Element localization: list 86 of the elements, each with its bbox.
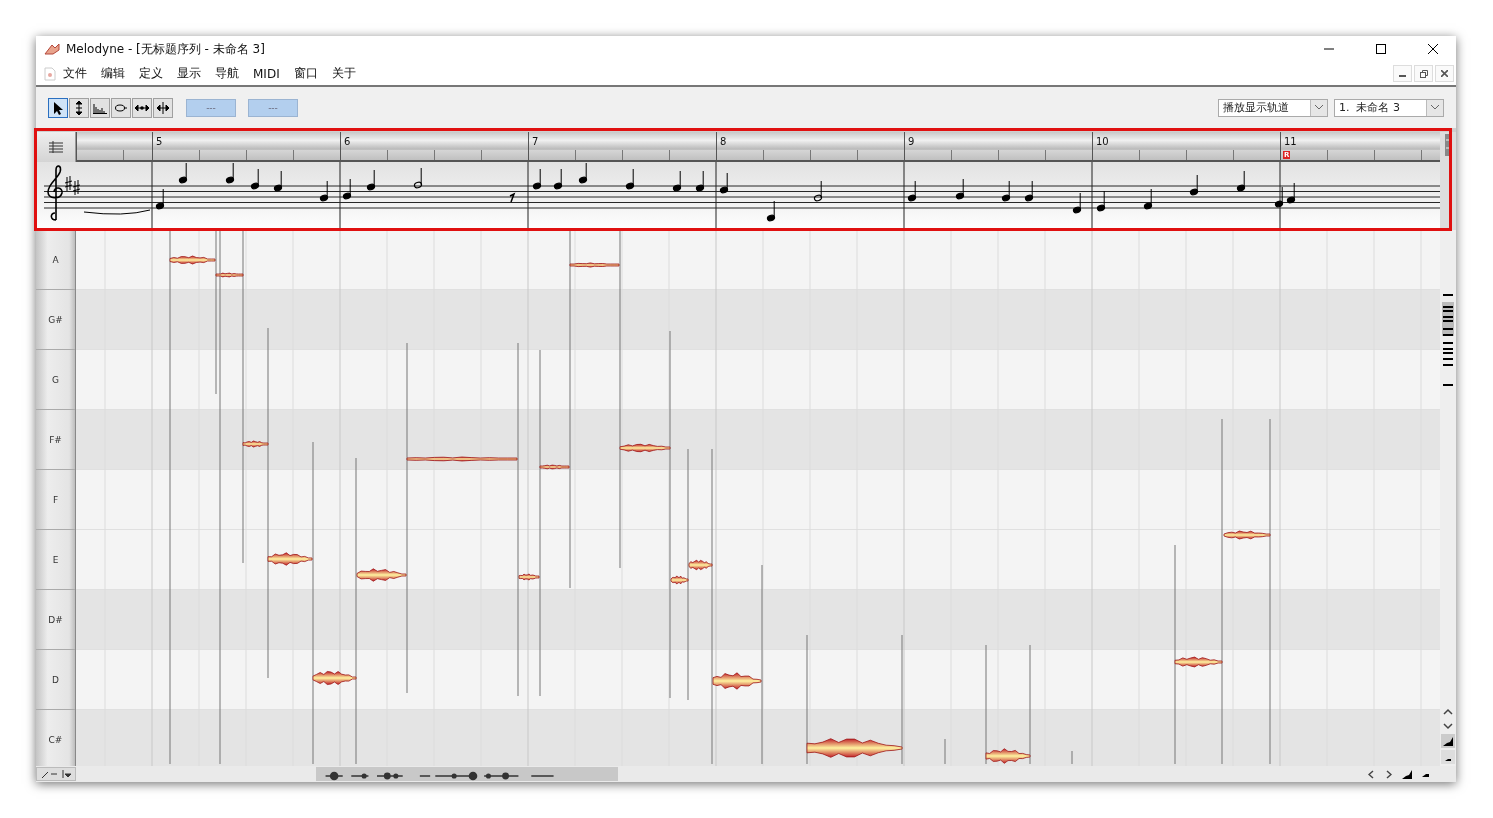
zoom-out-icon[interactable] [1441,750,1455,764]
curve-dropdown[interactable] [36,767,76,781]
staff-icon [48,141,63,153]
note-blob[interactable] [569,262,620,268]
piano-key[interactable]: A [36,230,75,290]
track-dropdown[interactable]: 1. 未命名 3 [1334,98,1444,117]
menu-item[interactable]: 文件 [56,65,94,83]
note-blob[interactable] [1174,656,1223,668]
bar-number: 8 [720,136,727,147]
tool-button[interactable] [132,97,152,118]
menu-item[interactable]: 窗口 [286,65,325,83]
piano-key[interactable]: G# [36,290,75,350]
maximize-icon [1376,44,1386,54]
piano-key[interactable]: F [36,470,75,530]
close-icon [1441,70,1448,78]
blank-button[interactable]: --- [248,98,298,117]
piano-key[interactable]: G [36,350,75,410]
cross-arrow-icon [156,100,170,115]
overview-bar[interactable] [316,767,618,781]
note-blob[interactable] [806,738,903,758]
curve-tool-icon [41,769,71,779]
document-icon [44,66,56,81]
caret-icon [1431,105,1439,111]
tool-button[interactable] [48,97,68,118]
note-blob[interactable] [267,552,313,566]
oval-icon [114,102,128,113]
restore-button[interactable] [1414,65,1433,83]
bar-number: 5 [156,136,163,147]
note-blob[interactable] [356,568,407,582]
zoom-in-icon [1401,769,1413,779]
restore-icon [1419,69,1428,78]
note-blob[interactable] [1223,530,1271,540]
double-arrow-icon [135,102,149,113]
meter-icon [1444,132,1452,158]
close-button[interactable] [1435,65,1454,83]
note-blob[interactable] [985,748,1031,764]
piano-key[interactable]: C# [36,710,75,766]
bar-number: 7 [532,136,539,147]
scroll-down-icon[interactable] [1443,722,1453,730]
blank-button[interactable]: --- [186,98,236,117]
tool-button[interactable] [90,97,110,118]
note-blob[interactable] [670,575,689,585]
pointer-icon [52,100,64,115]
bar-number: 9 [908,136,915,147]
note-blob[interactable] [215,272,244,278]
menu-item[interactable]: 定义 [132,65,170,83]
bar-number: 10 [1096,136,1109,147]
note-blob[interactable] [712,672,762,690]
bars-icon [93,101,107,114]
note-blob[interactable] [619,443,671,453]
piano-key[interactable]: D# [36,590,75,650]
note-blob[interactable] [312,671,357,685]
tool-button[interactable] [153,97,173,118]
note-line [944,738,946,765]
track-dropdown[interactable]: 播放显示轨道 [1218,98,1328,117]
note-blob[interactable] [242,440,269,448]
menu-item[interactable]: MIDI [246,66,287,81]
note-blob[interactable] [688,559,713,571]
zoom-out-icon [1421,771,1429,777]
tool-button[interactable] [69,97,89,118]
piano-key[interactable]: F# [36,410,75,470]
note-blob[interactable] [518,573,540,581]
close-icon [1428,44,1438,54]
minimize-button[interactable] [1393,65,1412,83]
window-title: Melodyne - [无标题序列 - 未命名 3] [66,40,266,58]
chevron-right-icon [1386,769,1392,779]
menu-item[interactable]: 编辑 [94,65,132,83]
bar-number: 6 [344,136,351,147]
bar-number: 11 [1284,136,1297,147]
note-blob[interactable] [539,464,570,470]
menu-item[interactable]: 显示 [170,65,208,83]
zoom-in-icon[interactable] [1441,734,1455,748]
caret-icon [1315,105,1323,111]
tool-button[interactable] [111,97,131,118]
piano-key[interactable]: E [36,530,75,590]
note-line [1071,750,1073,765]
scroll-up-icon[interactable] [1443,708,1453,716]
up-down-arrow-icon [73,100,85,115]
piano-key[interactable]: D [36,650,75,710]
note-blob[interactable] [406,456,518,462]
app-icon [44,42,60,56]
menu-item[interactable]: 关于 [324,65,363,83]
score-toggle-button[interactable] [36,132,76,162]
menu-item[interactable]: 导航 [208,65,246,83]
chevron-left-icon [1368,769,1374,779]
note-blob[interactable] [169,255,216,265]
